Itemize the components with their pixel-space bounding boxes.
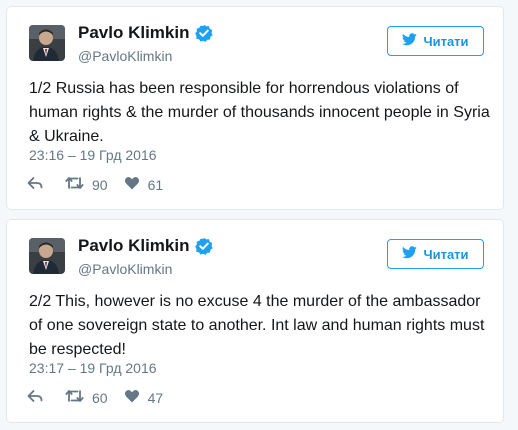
like-count: 61 bbox=[147, 176, 164, 193]
reply-button[interactable] bbox=[27, 175, 55, 194]
author-name-text[interactable]: Pavlo Klimkin bbox=[78, 236, 189, 256]
heart-icon bbox=[124, 175, 140, 194]
tweet-text: 2/2 This, however is no excuse 4 the mur… bbox=[29, 293, 485, 358]
author-handle[interactable]: @PavloKlimkin bbox=[78, 48, 172, 64]
tweet-text: 1/2 Russia has been responsible for horr… bbox=[29, 80, 490, 145]
follow-button-label: Читати bbox=[423, 33, 469, 49]
tweet-actions: 60 47 bbox=[27, 388, 163, 407]
author-name[interactable]: Pavlo Klimkin bbox=[78, 236, 214, 256]
avatar[interactable] bbox=[29, 25, 65, 61]
heart-icon bbox=[124, 388, 140, 407]
retweet-button[interactable]: 60 bbox=[65, 388, 108, 407]
tweet-card[interactable]: Pavlo Klimkin @PavloKlimkin Читати 1/2 R… bbox=[6, 6, 504, 210]
tweet-timestamp[interactable]: 23:16 – 19 Грд 2016 bbox=[29, 147, 157, 163]
verified-badge-icon bbox=[195, 237, 214, 255]
like-count: 47 bbox=[147, 389, 164, 406]
retweet-button[interactable]: 90 bbox=[65, 175, 108, 194]
tweet-card[interactable]: Pavlo Klimkin @PavloKlimkin Читати 2/2 T… bbox=[6, 219, 504, 423]
like-button[interactable]: 47 bbox=[124, 388, 164, 407]
author-handle[interactable]: @PavloKlimkin bbox=[78, 261, 172, 277]
tweet-timestamp[interactable]: 23:17 – 19 Грд 2016 bbox=[29, 360, 157, 376]
reply-icon bbox=[27, 388, 43, 407]
author-name[interactable]: Pavlo Klimkin bbox=[78, 23, 214, 43]
reply-button[interactable] bbox=[27, 388, 55, 407]
twitter-bird-icon bbox=[402, 246, 418, 262]
retweet-icon bbox=[65, 388, 84, 407]
twitter-bird-icon bbox=[402, 33, 418, 49]
like-button[interactable]: 61 bbox=[124, 175, 164, 194]
avatar[interactable] bbox=[29, 238, 65, 274]
retweet-count: 60 bbox=[92, 389, 108, 406]
follow-button-label: Читати bbox=[423, 246, 469, 262]
verified-badge-icon bbox=[195, 24, 214, 42]
follow-button[interactable]: Читати bbox=[387, 26, 484, 56]
author-name-text[interactable]: Pavlo Klimkin bbox=[78, 23, 189, 43]
retweet-count: 90 bbox=[92, 176, 108, 193]
retweet-icon bbox=[65, 175, 84, 194]
reply-icon bbox=[27, 175, 43, 194]
tweet-actions: 90 61 bbox=[27, 175, 163, 194]
follow-button[interactable]: Читати bbox=[387, 239, 484, 269]
